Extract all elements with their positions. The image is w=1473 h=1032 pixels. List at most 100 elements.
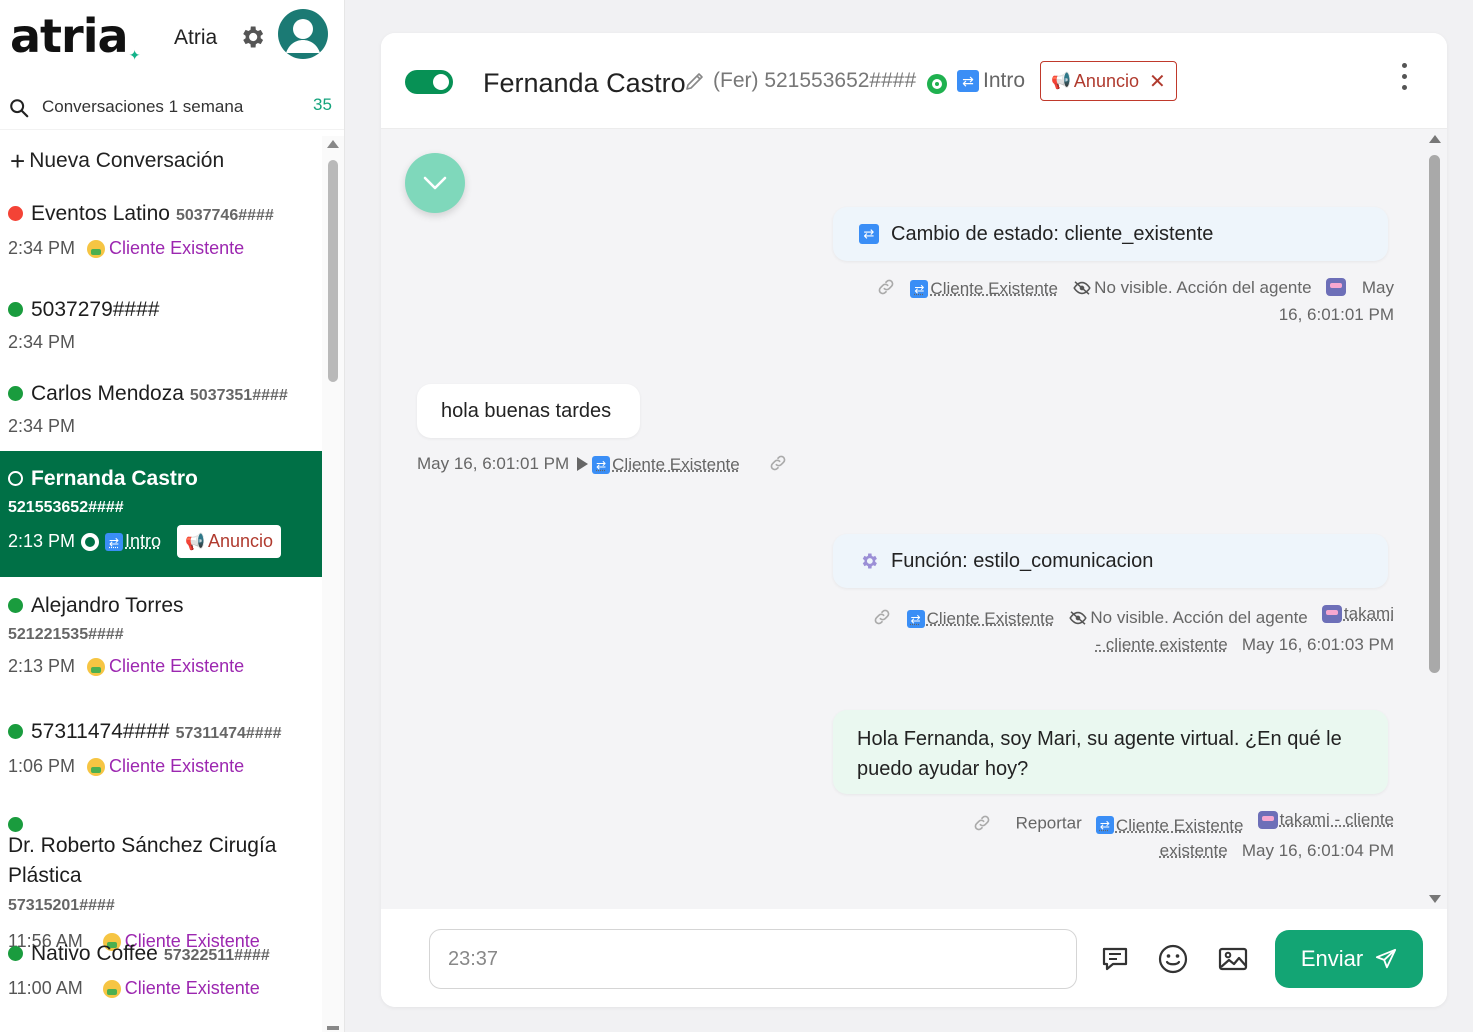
conversation-number: 521221535#### (8, 626, 124, 643)
status-dot (8, 386, 23, 401)
message-composer: Enviar (381, 909, 1447, 1007)
incoming-message-bubble: hola buenas tardes (417, 384, 640, 438)
stage-label[interactable]: ⇄ Intro (957, 69, 1025, 93)
stage-link[interactable]: ⇄ Cliente Existente (1095, 813, 1244, 838)
shuffle-icon: ⇄ (1095, 816, 1114, 834)
new-conversation-button[interactable]: + Nueva Conversación (10, 148, 224, 174)
new-conversation-label: Nueva Conversación (29, 149, 225, 172)
user-avatar[interactable] (278, 9, 328, 59)
close-icon[interactable]: ✕ (1149, 69, 1166, 94)
timestamp: May 16, 6:01:04 PM (1241, 840, 1394, 860)
conversation-item[interactable]: Carlos Mendoza 5037351#### 2:34 PM (0, 382, 322, 437)
conversation-number: 5037351#### (189, 387, 288, 404)
conversation-name: Eventos Latino (31, 202, 170, 225)
scroll-up-arrow[interactable] (1429, 135, 1441, 143)
outgoing-message-text: Hola Fernanda, soy Mari, su agente virtu… (857, 728, 1342, 780)
quick-reply-icon[interactable] (1099, 943, 1131, 975)
send-button[interactable]: Enviar (1275, 930, 1423, 988)
message-thread: ⇄ Cambio de estado: cliente_existente ⇄ C… (381, 129, 1447, 909)
eye-off-icon (1069, 611, 1088, 625)
timestamp: May 16, 6:01:03 PM (1241, 635, 1394, 654)
robot-icon (1325, 278, 1346, 296)
agent-link[interactable]: takami - cliente (1257, 807, 1394, 832)
stage-link[interactable]: ⇄ Intro (105, 531, 161, 552)
emoji-icon[interactable] (1157, 943, 1189, 975)
robot-icon (1257, 810, 1278, 829)
conversation-item[interactable]: Alejandro Torres 521221535#### 2:13 PM Cl… (0, 594, 322, 677)
stage-link[interactable]: ⇄ Cliente Existente (906, 606, 1054, 632)
link-icon[interactable] (972, 813, 992, 833)
sidebar-scrollbar[interactable] (322, 136, 344, 1032)
stage-link[interactable]: ⇄ Cliente Existente (592, 455, 740, 475)
conversation-filter[interactable]: Conversaciones 1 semana 35 (0, 84, 344, 130)
conversation-item-active[interactable]: Fernanda Castro 521553652#### 2:13 PM ⇄ I… (0, 451, 322, 577)
money-face-icon (87, 757, 106, 776)
conversation-item[interactable]: Eventos Latino 5037746#### 2:34 PM Cliente… (0, 202, 322, 259)
conversation-item[interactable]: Nativo Coffee 57322511#### 11:00 AM Client… (0, 942, 322, 999)
link-icon[interactable] (876, 277, 896, 297)
scroll-up-arrow[interactable] (327, 140, 339, 148)
robot-icon (1321, 605, 1342, 623)
thread-scrollbar[interactable] (1424, 129, 1447, 909)
logo-spark-icon: ✦ (128, 48, 141, 64)
logo: atria ✦ (10, 9, 141, 64)
gear-icon[interactable] (238, 23, 266, 51)
conversation-item[interactable]: 5037279#### 2:34 PM (0, 298, 322, 353)
stage-link[interactable]: ⇄ Cliente Existente (910, 276, 1058, 302)
conversation-time: 2:34 PM (8, 238, 76, 258)
anuncio-badge[interactable]: 📢 Anuncio ✕ (1040, 61, 1177, 101)
visibility-note: No visible. Acción del agente (1094, 278, 1312, 297)
agent-link[interactable]: takami (1321, 601, 1394, 627)
shuffle-icon: ⇄ (910, 280, 929, 298)
whatsapp-icon (81, 532, 100, 551)
link-icon[interactable] (768, 453, 788, 473)
system-event-text: Cambio de estado: cliente_existente (891, 222, 1214, 245)
scroll-thumb[interactable] (328, 160, 338, 382)
conversation-number: 57322511#### (163, 947, 270, 964)
scroll-down-button[interactable] (405, 153, 465, 213)
agent-toggle[interactable] (405, 70, 453, 94)
brand-logo[interactable]: atria ✦ (10, 8, 141, 64)
status-dot (8, 302, 23, 317)
more-options-icon[interactable] (1397, 63, 1411, 95)
conversation-item[interactable]: Dr. Roberto Sánchez Cirugía Plástica 5731… (0, 816, 322, 952)
money-face-icon (87, 239, 106, 258)
shuffle-icon: ⇄ (592, 456, 611, 474)
gear-icon (859, 551, 879, 571)
conversation-name: Carlos Mendoza (31, 382, 184, 405)
system-event-bubble: ⇄ Cambio de estado: cliente_existente (833, 207, 1388, 261)
report-link[interactable]: Reportar (1016, 814, 1082, 833)
conversation-name: Nativo Coffee (31, 942, 158, 965)
money-face-icon (102, 979, 121, 998)
whatsapp-icon (927, 74, 947, 94)
incoming-message-text: hola buenas tardes (441, 399, 612, 422)
stage-tag: Cliente Existente (87, 756, 244, 777)
message-meta: ⇄ Cliente Existente No visible. Acción de… (847, 601, 1394, 658)
conversation-count: 35 (313, 95, 332, 114)
conversation-time: 2:13 PM (8, 656, 76, 676)
link-icon[interactable] (872, 607, 892, 627)
chat-panel: Fernanda Castro (Fer) 521553652#### ⇄ Int… (381, 33, 1447, 1007)
scroll-down-arrow[interactable] (327, 1026, 339, 1030)
edit-pencil-icon[interactable] (683, 69, 707, 93)
agent-link[interactable]: - cliente existente (1095, 632, 1227, 658)
play-icon[interactable] (577, 457, 589, 471)
image-icon[interactable] (1217, 943, 1249, 975)
filter-label: Conversaciones 1 semana (42, 97, 244, 116)
scroll-down-arrow[interactable] (1429, 895, 1441, 903)
megaphone-icon: 📢 (1051, 73, 1071, 90)
conversation-time: 2:13 PM (8, 531, 76, 551)
contact-nickname-phone: (Fer) 521553652#### (713, 69, 917, 92)
message-meta: May 16, 6:01:01 PM ⇄ Cliente Existente (417, 453, 788, 475)
scroll-thumb[interactable] (1429, 155, 1440, 673)
message-input[interactable] (429, 929, 1077, 989)
agent-link[interactable]: existente (1160, 838, 1228, 863)
conversation-number: 5037746#### (175, 207, 274, 224)
send-label: Enviar (1300, 946, 1364, 971)
shuffle-icon: ⇄ (906, 610, 925, 628)
status-dot (8, 471, 23, 486)
timestamp-part: May (1361, 278, 1394, 297)
conversation-time: 1:06 PM (8, 756, 76, 776)
message-meta: ⇄ Cliente Existente No visible. Acción de… (857, 275, 1394, 328)
conversation-item[interactable]: 57311474#### 57311474#### 1:06 PM Cliente … (0, 720, 322, 777)
